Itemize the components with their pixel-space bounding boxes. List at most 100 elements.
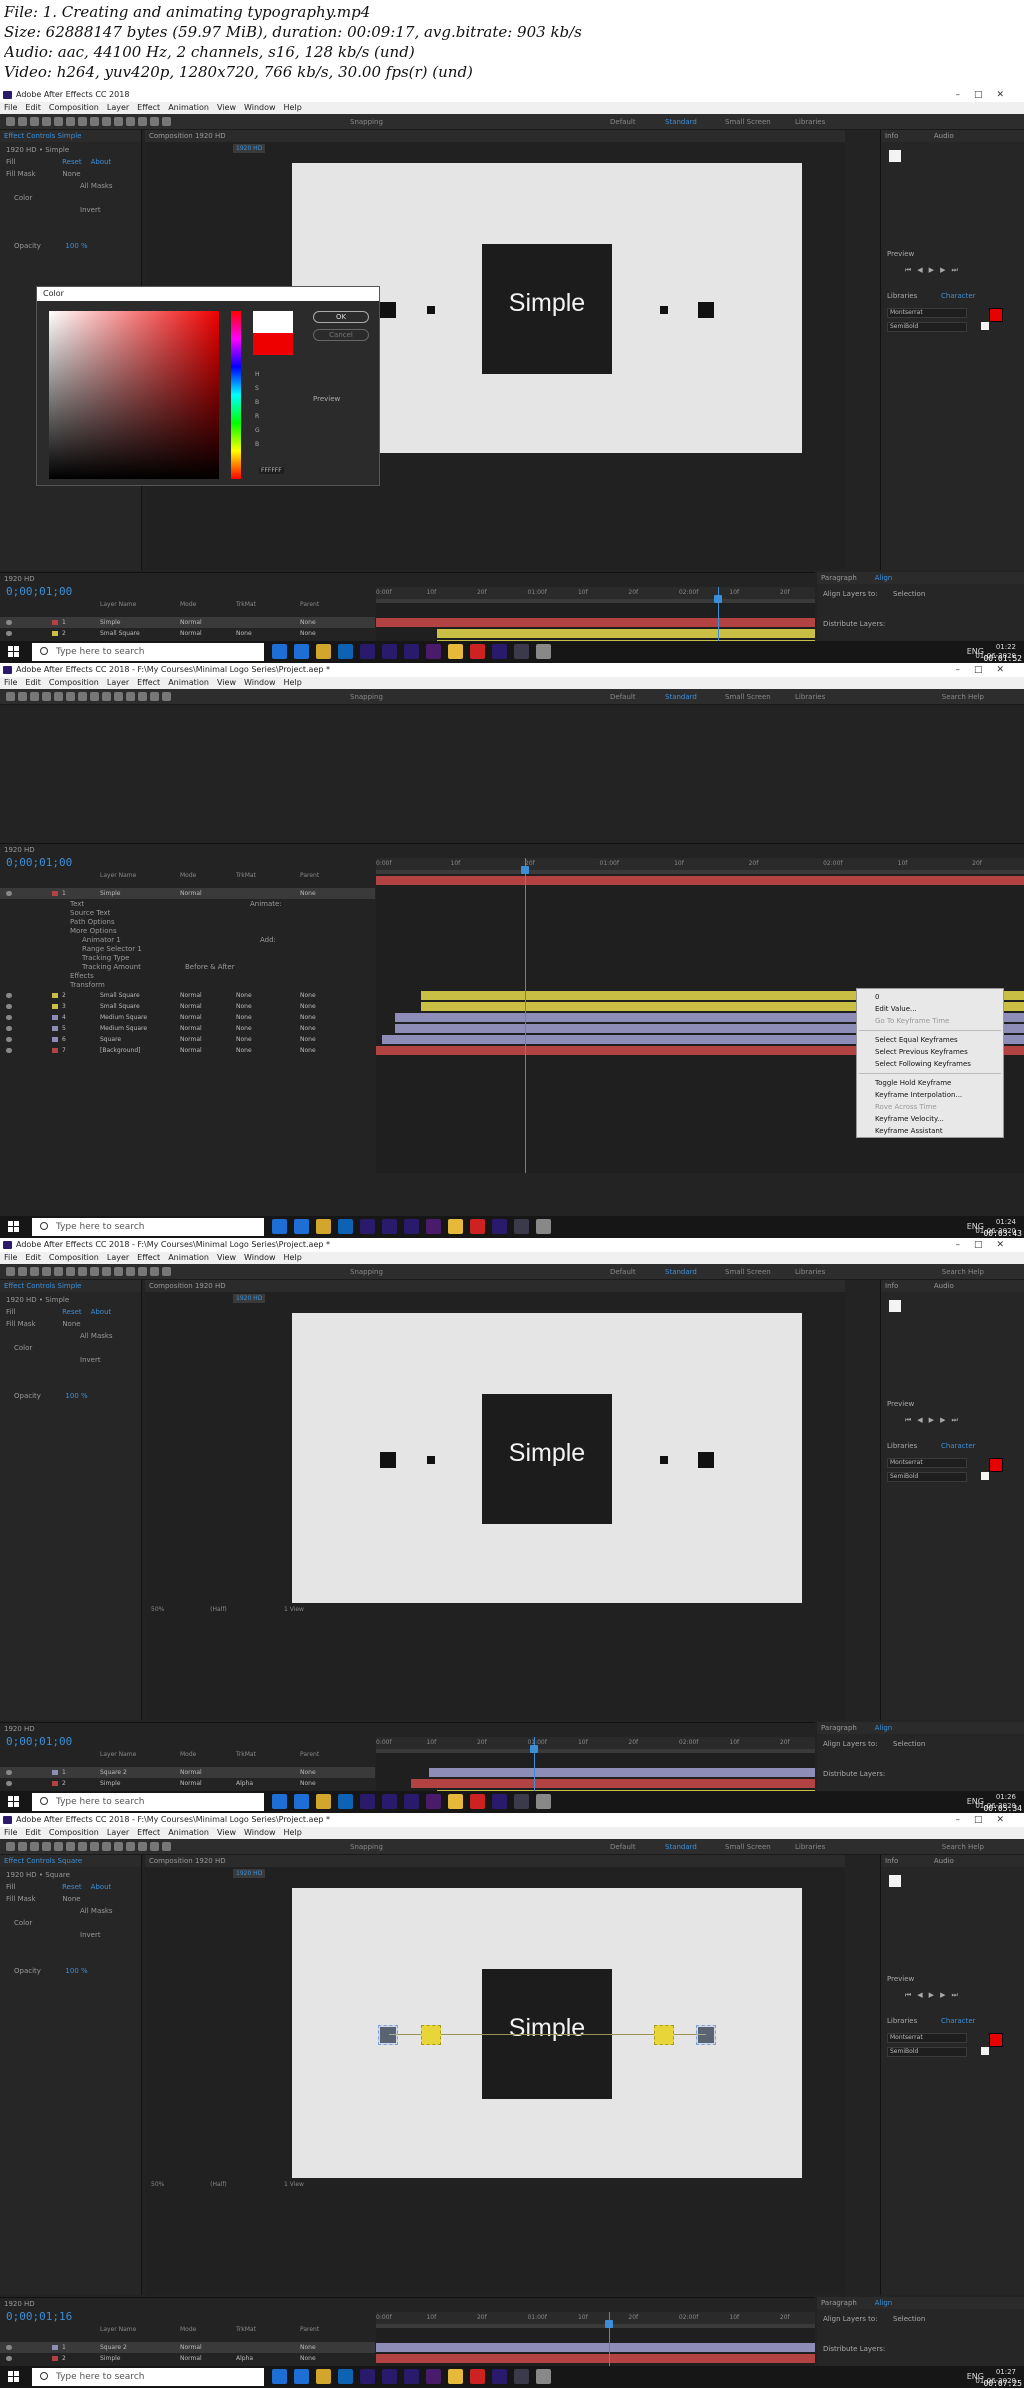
font-family-dropdown[interactable]: Montserrat	[887, 1458, 967, 1468]
layer-duration-bar[interactable]	[428, 1768, 815, 1777]
work-area-bar[interactable]	[376, 2324, 815, 2328]
layer-parent[interactable]: None	[300, 1767, 316, 1778]
preview-panel-title[interactable]: Preview	[887, 1400, 914, 1408]
taskbar-search-box[interactable]: Type here to search	[32, 643, 264, 661]
layer-mode[interactable]: Normal	[180, 617, 202, 628]
taskbar-app-icon[interactable]	[382, 644, 397, 659]
workspace-tab[interactable]: Standard	[665, 693, 697, 701]
tool-icon[interactable]	[162, 692, 171, 701]
menu-item[interactable]: Window	[244, 103, 276, 112]
timeline-layer-row[interactable]: 5 Medium Square Normal None None	[0, 1023, 375, 1034]
menu-item[interactable]: Layer	[107, 103, 129, 112]
hex-input[interactable]: FFFFFF	[259, 467, 284, 474]
timeline-layer-row[interactable]: 2 Simple Normal Alpha None	[0, 1778, 375, 1789]
invert-checkbox[interactable]: Invert	[80, 1356, 101, 1364]
info-tab[interactable]: Info	[885, 132, 898, 140]
timeline-layer-row[interactable]: 4 Medium Square Normal None None	[0, 1012, 375, 1023]
layer-parent[interactable]: None	[300, 1001, 316, 1012]
taskbar-app-icon[interactable]	[294, 1219, 309, 1234]
layer-trkmat[interactable]: None	[236, 628, 252, 639]
text-property-row[interactable]: Transform	[70, 981, 105, 989]
tool-icon[interactable]	[6, 1267, 15, 1276]
menu-item[interactable]: Window	[244, 678, 276, 687]
menu-item[interactable]: Animation	[168, 103, 209, 112]
stroke-color-swatch[interactable]	[981, 322, 989, 330]
timeline-layer-row[interactable]: 2 Small Square Normal None None	[0, 628, 375, 639]
align-tab[interactable]: Align	[875, 1724, 893, 1732]
selected-medium-square[interactable]	[696, 2025, 716, 2045]
eye-icon[interactable]	[6, 2356, 12, 2361]
windows-start-icon[interactable]	[8, 2371, 19, 2382]
label-color-chip[interactable]	[52, 993, 58, 998]
audio-tab[interactable]: Audio	[934, 132, 954, 140]
taskbar-app-icon[interactable]	[536, 644, 551, 659]
menu-item[interactable]: Layer	[107, 1253, 129, 1262]
info-audio-tabs[interactable]: Info Audio	[881, 130, 1024, 142]
label-color-chip[interactable]	[52, 1781, 58, 1786]
layer-duration-bar[interactable]	[376, 618, 815, 627]
work-area-bar[interactable]	[376, 870, 1024, 874]
ok-button[interactable]: OK	[313, 311, 369, 323]
tool-icon[interactable]	[66, 1267, 75, 1276]
font-style-dropdown[interactable]: SemiBold	[887, 322, 967, 332]
taskbar-app-icon[interactable]	[382, 2369, 397, 2384]
taskbar-app-icon[interactable]	[272, 644, 287, 659]
time-ruler[interactable]: 0:00f 10f 20f 01:00f 10f 20f 02:00f 10f 20f	[376, 858, 1024, 870]
menu-item[interactable]: Help	[284, 1253, 302, 1262]
opacity-row[interactable]: Opacity 100 %	[14, 1967, 88, 1975]
text-property-row[interactable]: Path Options	[70, 918, 115, 926]
taskbar-app-icon[interactable]	[514, 2369, 529, 2384]
effect-row-fill[interactable]: Fill Reset About	[6, 1308, 111, 1316]
workspace-tab[interactable]: Small Screen	[725, 1268, 771, 1276]
eye-icon[interactable]	[6, 1004, 12, 1009]
taskbar-app-icon[interactable]	[492, 1794, 507, 1809]
taskbar-app-icon[interactable]	[514, 644, 529, 659]
taskbar-app-icon[interactable]	[470, 2369, 485, 2384]
align-tab[interactable]: Align	[875, 2299, 893, 2307]
menu-item[interactable]: View	[217, 678, 236, 687]
layer-name[interactable]: Square 2	[100, 1767, 127, 1778]
context-menu-item[interactable]: Toggle Hold Keyframe	[857, 1077, 1003, 1089]
info-tab[interactable]: Info	[885, 1282, 898, 1290]
opacity-value[interactable]: 100 %	[65, 242, 87, 250]
tool-icon[interactable]	[6, 117, 15, 126]
tool-icon[interactable]	[162, 1842, 171, 1851]
time-ruler[interactable]: 0:00f 10f 20f 01:00f 10f 20f 02:00f 10f 20f	[376, 587, 815, 599]
timeline-layer-row[interactable]: 1 Simple Normal None	[0, 617, 375, 628]
tool-icon[interactable]	[42, 1267, 51, 1276]
text-property-row[interactable]: Text	[70, 900, 84, 908]
menu-item[interactable]: File	[4, 678, 17, 687]
composition-tab[interactable]: Composition 1920 HD	[145, 130, 845, 142]
font-family-dropdown[interactable]: Montserrat	[887, 2033, 967, 2043]
menu-item[interactable]: View	[217, 103, 236, 112]
taskbar-app-icon[interactable]	[316, 1219, 331, 1234]
work-area-bar[interactable]	[376, 1749, 815, 1753]
color-channel-field[interactable]: B	[255, 441, 259, 448]
timeline-comp-tab[interactable]: 1920 HD	[4, 2300, 35, 2308]
eye-icon[interactable]	[6, 1015, 12, 1020]
menu-item[interactable]: View	[217, 1253, 236, 1262]
timeline-graph[interactable]: 0:00f 10f 20f 01:00f 10f 20f 02:00f 10f 20f 0 Edi…	[376, 858, 1024, 1173]
opacity-value[interactable]: 100 %	[65, 1967, 87, 1975]
comp-name-chip[interactable]: 1920 HD	[233, 1869, 266, 1878]
opacity-row[interactable]: Opacity 100 %	[14, 242, 88, 250]
text-property-row[interactable]: Source Text	[70, 909, 110, 917]
layer-mode[interactable]: Normal	[180, 1023, 202, 1034]
tool-icon[interactable]	[18, 117, 27, 126]
info-tab[interactable]: Info	[885, 1857, 898, 1865]
text-property-row[interactable]: Tracking Amount	[82, 963, 141, 971]
taskbar-app-icon[interactable]	[294, 644, 309, 659]
taskbar-app-icon[interactable]	[338, 1794, 353, 1809]
tool-icon[interactable]	[78, 117, 87, 126]
taskbar-app-icon[interactable]	[426, 1794, 441, 1809]
composition-canvas[interactable]: Simple	[292, 1888, 802, 2178]
comp-name-chip[interactable]: 1920 HD	[233, 144, 266, 153]
zoom-dropdown[interactable]: 50%	[151, 2181, 164, 2188]
tool-icon[interactable]	[138, 692, 147, 701]
taskbar-search-box[interactable]: Type here to search	[32, 1793, 264, 1811]
context-menu-item[interactable]: Select Previous Keyframes	[857, 1046, 1003, 1058]
taskbar-app-icon[interactable]	[272, 1219, 287, 1234]
label-color-chip[interactable]	[52, 631, 58, 636]
menu-item[interactable]: Edit	[25, 678, 41, 687]
context-menu-item[interactable]: Keyframe Velocity...	[857, 1113, 1003, 1125]
